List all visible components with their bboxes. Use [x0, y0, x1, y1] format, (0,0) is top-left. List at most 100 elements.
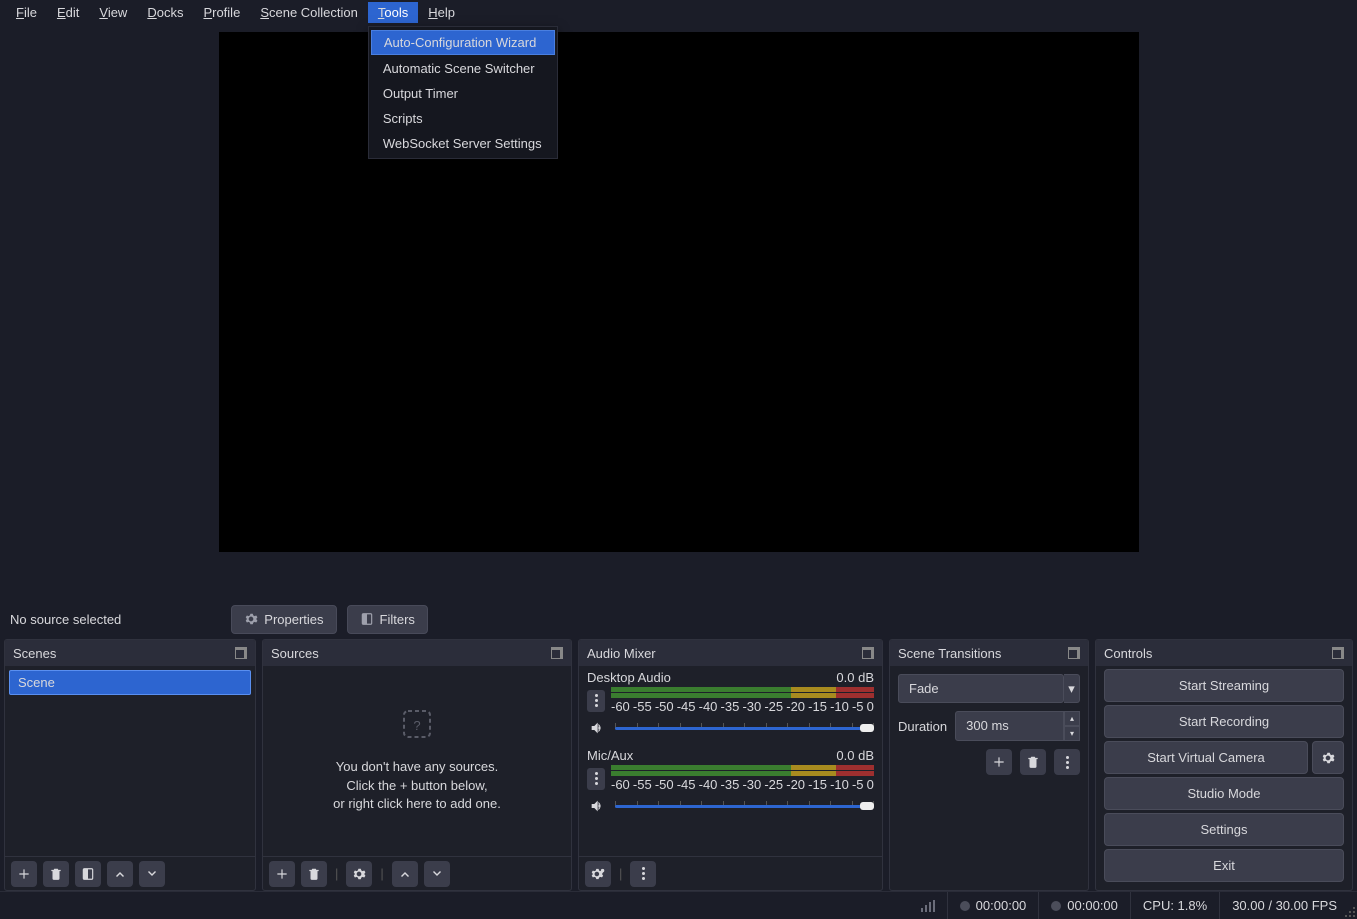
virtual-camera-settings-button[interactable] [1312, 741, 1344, 774]
add-transition-button[interactable] [986, 749, 1012, 775]
preview-area [0, 24, 1357, 599]
scene-filters-button[interactable] [75, 861, 101, 887]
plus-icon [275, 867, 289, 881]
exit-button[interactable]: Exit [1104, 849, 1344, 882]
controls-header[interactable]: Controls [1096, 640, 1352, 666]
menu-edit[interactable]: Edit [47, 2, 89, 23]
separator: | [333, 866, 340, 881]
remove-scene-button[interactable] [43, 861, 69, 887]
mute-button[interactable] [587, 796, 607, 816]
menu-view[interactable]: View [89, 2, 137, 23]
rec-dot-icon [1051, 901, 1061, 911]
filters-label: Filters [380, 612, 415, 627]
remove-source-button[interactable] [301, 861, 327, 887]
chevron-down-icon [146, 868, 158, 880]
remove-transition-button[interactable] [1020, 749, 1046, 775]
mixer-menu-button[interactable] [630, 861, 656, 887]
separator: | [617, 866, 624, 881]
move-scene-up-button[interactable] [107, 861, 133, 887]
menu-scene Collection[interactable]: Scene Collection [250, 2, 368, 23]
sources-empty-text: You don't have any sources. Click the + … [333, 758, 501, 815]
filters-icon [81, 867, 95, 881]
move-source-down-button[interactable] [424, 861, 450, 887]
filters-button[interactable]: Filters [347, 605, 428, 634]
transitions-body: Fade ▾ Duration 300 ms ▴ ▾ [890, 666, 1088, 890]
sources-body[interactable]: ? You don't have any sources. Click the … [263, 666, 571, 856]
mixer-channel: Desktop Audio0.0 dB-60-55-50-45-40-35-30… [579, 666, 882, 744]
trash-icon [1026, 755, 1040, 769]
dock-panels: Scenes Scene Sources ? You don't have an… [0, 639, 1357, 891]
mute-button[interactable] [587, 718, 607, 738]
spin-up-button[interactable]: ▴ [1064, 711, 1080, 726]
mixer-header[interactable]: Audio Mixer [579, 640, 882, 666]
duration-spinbox[interactable]: 300 ms ▴ ▾ [955, 711, 1080, 741]
scenes-body[interactable]: Scene [5, 666, 255, 856]
transitions-header[interactable]: Scene Transitions [890, 640, 1088, 666]
gear-crossed-icon [590, 867, 606, 881]
start-virtual-camera-button[interactable]: Start Virtual Camera [1104, 741, 1308, 774]
scenes-header[interactable]: Scenes [5, 640, 255, 666]
menu-item-output-timer[interactable]: Output Timer [369, 81, 557, 106]
menu-tools[interactable]: ToolsAuto-Configuration WizardAutomatic … [368, 2, 418, 23]
menu-help[interactable]: Help [418, 2, 465, 23]
popout-icon[interactable] [551, 647, 563, 659]
audio-meter: -60-55-50-45-40-35-30-25-20-15-10-50 [611, 687, 874, 714]
mixer-title: Audio Mixer [587, 646, 656, 661]
studio-mode-button[interactable]: Studio Mode [1104, 777, 1344, 810]
menu-profile[interactable]: Profile [193, 2, 250, 23]
add-source-button[interactable] [269, 861, 295, 887]
volume-slider[interactable] [615, 719, 874, 737]
add-scene-button[interactable] [11, 861, 37, 887]
menu-item-scripts[interactable]: Scripts [369, 106, 557, 131]
menu-file[interactable]: File [6, 2, 47, 23]
channel-name: Desktop Audio [587, 670, 671, 685]
channel-options-button[interactable] [587, 768, 605, 790]
chevron-down-icon[interactable]: ▾ [1064, 674, 1080, 703]
popout-icon[interactable] [235, 647, 247, 659]
controls-body: Start Streaming Start Recording Start Vi… [1096, 666, 1352, 890]
settings-button[interactable]: Settings [1104, 813, 1344, 846]
controls-title: Controls [1104, 646, 1152, 661]
source-toolbar: No source selected Properties Filters [0, 599, 1357, 639]
properties-button[interactable]: Properties [231, 605, 336, 634]
menu-item-automatic-scene-switcher[interactable]: Automatic Scene Switcher [369, 56, 557, 81]
move-scene-down-button[interactable] [139, 861, 165, 887]
channel-level: 0.0 dB [836, 748, 874, 763]
chevron-up-icon [399, 868, 411, 880]
spin-down-button[interactable]: ▾ [1064, 726, 1080, 741]
transition-properties-button[interactable] [1054, 749, 1080, 775]
source-properties-button[interactable] [346, 861, 372, 887]
start-streaming-button[interactable]: Start Streaming [1104, 669, 1344, 702]
resize-grip[interactable] [1345, 907, 1355, 917]
dots-vertical-icon [595, 772, 598, 785]
menu-docks[interactable]: Docks [137, 2, 193, 23]
gear-icon [1321, 751, 1335, 765]
plus-icon [17, 867, 31, 881]
menu-item-websocket-server-settings[interactable]: WebSocket Server Settings [369, 131, 557, 156]
status-bar: 00:00:00 00:00:00 CPU: 1.8% 30.00 / 30.0… [0, 891, 1357, 919]
start-recording-button[interactable]: Start Recording [1104, 705, 1344, 738]
popout-icon[interactable] [1332, 647, 1344, 659]
mixer-settings-button[interactable] [585, 861, 611, 887]
move-source-up-button[interactable] [392, 861, 418, 887]
menu-item-auto-configuration-wizard[interactable]: Auto-Configuration Wizard [371, 30, 555, 55]
sources-header[interactable]: Sources [263, 640, 571, 666]
audio-meter: -60-55-50-45-40-35-30-25-20-15-10-50 [611, 765, 874, 792]
popout-icon[interactable] [1068, 647, 1080, 659]
rec-status: 00:00:00 [1038, 892, 1130, 919]
popout-icon[interactable] [862, 647, 874, 659]
duration-value[interactable]: 300 ms [955, 711, 1064, 741]
svg-text:?: ? [413, 718, 420, 733]
volume-slider[interactable] [615, 797, 874, 815]
gear-icon [244, 612, 258, 626]
chevron-down-icon [431, 868, 443, 880]
preview-canvas[interactable] [219, 32, 1139, 552]
gear-icon [352, 867, 366, 881]
live-status: 00:00:00 [947, 892, 1039, 919]
sources-footer: | | [263, 856, 571, 890]
plus-icon [992, 755, 1006, 769]
channel-options-button[interactable] [587, 690, 605, 712]
transition-select[interactable]: Fade ▾ [898, 674, 1080, 703]
scene-item[interactable]: Scene [9, 670, 251, 695]
separator: | [378, 866, 385, 881]
